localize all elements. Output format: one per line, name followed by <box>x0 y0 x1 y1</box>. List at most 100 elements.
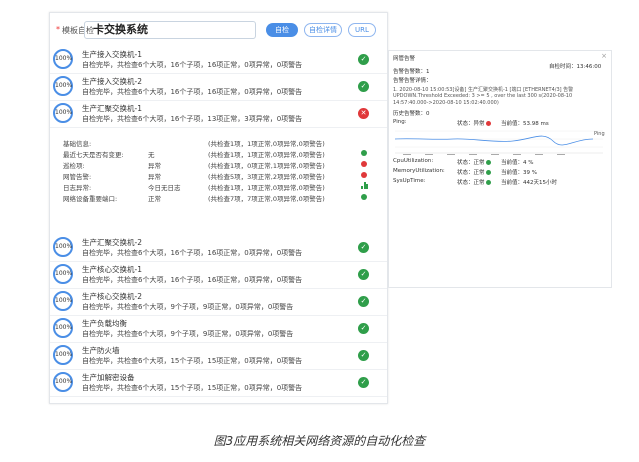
ok-dot-icon <box>486 170 492 175</box>
detail-row: 网络设备重要端口: 正常 (共检查7项，7项正常,0项异常,0项警告) <box>50 192 387 203</box>
alarm-line: 14:57:40.000->2020-08-10 15:02:40.000) <box>393 100 499 106</box>
metric-name: MemoryUtilization: <box>393 168 445 174</box>
metric-name: CpuUtilization: <box>393 158 434 164</box>
detail-summary: (共检查1项，1项正常,0项异常,0项警告) <box>208 140 325 148</box>
detail-label: 巡检项: <box>63 162 85 170</box>
device-title: 生产汇聚交换机-1 <box>82 104 142 113</box>
check-time: 自检时间：13:46:00 <box>549 64 602 70</box>
device-item[interactable]: 100% 生产接入交换机-1 自检完毕，共检查6个大项，16个子项，16项正常，… <box>50 47 387 74</box>
detail-summary: (共检查1项，1项正常,0项异常,0项警告) <box>208 151 325 159</box>
ok-dot-icon <box>486 160 492 165</box>
check-icon: ✓ <box>358 242 369 253</box>
progress-ring: 100% <box>53 264 73 284</box>
device-summary: 自检完毕，共检查6个大项，16个子项，16项正常，0项异常，0项警告 <box>82 88 303 96</box>
detail-value: 正常 <box>148 195 161 203</box>
check-icon: ✓ <box>358 54 369 65</box>
ok-dot-icon <box>486 180 492 185</box>
detail-label: 网管告警: <box>63 173 92 181</box>
detail-summary: (共检查1项，0项正常,1项异常,0项警告) <box>208 162 325 170</box>
device-title: 生产核心交换机-2 <box>82 292 142 301</box>
detail-row: 网管告警: 异常 (共检查5项，3项正常,2项异常,0项警告) <box>50 170 387 181</box>
device-item[interactable]: 100% 生产汇聚交换机-2 自检完毕，共检查6个大项，16个子项，16项正常，… <box>50 235 387 262</box>
device-summary: 自检完毕，共检查6个大项，16个子项，16项正常，0项异常，0项警告 <box>82 249 303 257</box>
ping-chart <box>394 130 603 155</box>
device-item[interactable]: 100% 生产防火墙 自检完毕，共检查6个大项，15个子项，15项正常，0项异常… <box>50 343 387 370</box>
progress-ring: 100% <box>53 103 73 123</box>
progress-ring: 100% <box>53 291 73 311</box>
error-dot-icon <box>486 121 492 126</box>
device-item[interactable]: 100% 生产核心交换机-2 自检完毕，共检查6个大项，9个子项，9项正常，0项… <box>50 289 387 316</box>
metric-value: 当前值：39 % <box>501 170 537 176</box>
alarm-line: 1. 2020-08-10 15:00:53[设备] 生产汇聚交换机-1 [端口… <box>393 87 574 93</box>
check-detail-button[interactable]: 自检详情 <box>304 23 342 37</box>
device-title: 生产负载均衡 <box>82 319 127 328</box>
detail-summary: (共检查1项，1项正常,0项异常,0项警告) <box>208 184 325 192</box>
detail-label: 最近七天是否有变更: <box>63 151 124 159</box>
progress-ring: 100% <box>53 76 73 96</box>
template-search-row: * 模板自检 卡交换系统 自检 自检详情 URL <box>56 21 382 41</box>
bar-chart-icon[interactable] <box>361 182 368 189</box>
panel-title: 网管告警 <box>393 56 416 62</box>
check-icon: ✓ <box>358 81 369 92</box>
url-button[interactable]: URL <box>348 23 376 37</box>
device-summary: 自检完毕，共检查6个大项，16个子项，13项正常，3项异常，0项警告 <box>82 115 303 123</box>
alarm-line: UPDOWN.Threshold Exceeded: 3 >= 5 , over… <box>393 93 573 99</box>
ping-status: 状态：异常 <box>457 119 492 127</box>
detail-row: 日志异常: 今日无日志 (共检查1项，1项正常,0项异常,0项警告) <box>50 181 387 192</box>
close-icon[interactable]: × <box>601 52 607 60</box>
device-summary: 自检完毕，共检查6个大项，16个子项，16项正常，0项异常，0项警告 <box>82 61 303 69</box>
alarm-detail-panel: 网管告警 × 自检时间：13:46:00 告警告警数：1 告警告警详情： 1. … <box>388 50 612 288</box>
device-item[interactable]: 100% 生产核心交换机-1 自检完毕，共检查6个大项，16个子项，16项正常，… <box>50 262 387 289</box>
required-marker: * <box>56 25 60 34</box>
check-icon: ✓ <box>358 377 369 388</box>
check-icon: ✓ <box>358 323 369 334</box>
metric-status: 状态：正常 <box>457 178 492 186</box>
self-check-panel: * 模板自检 卡交换系统 自检 自检详情 URL 100% 生产接入交换机-1 … <box>49 12 388 404</box>
ping-label: Ping: <box>393 119 407 125</box>
device-summary: 自检完毕，共检查6个大项，9个子项，9项正常，0项异常，0项警告 <box>82 303 294 311</box>
device-detail: 基础信息: (共检查1项，1项正常,0项异常,0项警告) 最近七天是否有变更: … <box>50 137 387 235</box>
template-input[interactable]: 卡交换系统 <box>84 21 256 39</box>
metric-status: 状态：正常 <box>457 168 492 176</box>
progress-ring: 100% <box>53 372 73 392</box>
figure-caption: 图3应用系统相关网络资源的自动化检查 <box>213 434 426 448</box>
device-item[interactable]: 100% 生产负载均衡 自检完毕，共检查6个大项，9个子项，9项正常，0项异常，… <box>50 316 387 343</box>
detail-label: 日志异常: <box>63 184 92 192</box>
detail-value: 无 <box>148 151 155 159</box>
progress-ring: 100% <box>53 318 73 338</box>
progress-ring: 100% <box>53 49 73 69</box>
history-alarm-count: 历史告警数：0 <box>393 111 430 117</box>
self-check-button[interactable]: 自检 <box>266 23 298 37</box>
device-title: 生产核心交换机-1 <box>82 265 142 274</box>
device-item[interactable]: 100% 生产加解密设备 自检完毕，共检查6个大项，15个子项，15项正常，0项… <box>50 370 387 397</box>
metric-value: 当前值：442天15小时 <box>501 180 557 186</box>
device-item[interactable]: 100% 生产接入交换机-2 自检完毕，共检查6个大项，16个子项，16项正常，… <box>50 74 387 101</box>
detail-row: 基础信息: (共检查1项，1项正常,0项异常,0项警告) <box>50 137 387 148</box>
device-title: 生产接入交换机-1 <box>82 50 142 59</box>
metric-value: 当前值：4 % <box>501 160 534 166</box>
error-dot-icon <box>361 161 367 167</box>
detail-value: 今日无日志 <box>148 184 181 192</box>
alarm-count: 告警告警数：1 <box>393 69 430 75</box>
check-icon: ✓ <box>358 350 369 361</box>
ping-legend: Ping <box>594 131 605 137</box>
metric-status: 状态：正常 <box>457 158 492 166</box>
detail-summary: (共检查7项，7项正常,0项异常,0项警告) <box>208 195 325 203</box>
ok-dot-icon <box>361 194 367 200</box>
device-title: 生产接入交换机-2 <box>82 77 142 86</box>
device-list-top: 100% 生产接入交换机-1 自检完毕，共检查6个大项，16个子项，16项正常，… <box>50 47 387 128</box>
error-dot-icon[interactable] <box>361 172 367 178</box>
device-item-expanded[interactable]: 100% 生产汇聚交换机-1 自检完毕，共检查6个大项，16个子项，13项正常，… <box>50 101 387 128</box>
progress-ring: 100% <box>53 345 73 365</box>
check-icon: ✓ <box>358 296 369 307</box>
progress-ring: 100% <box>53 237 73 257</box>
ping-value: 当前值：53.98 ms <box>501 121 549 127</box>
device-title: 生产加解密设备 <box>82 373 135 382</box>
detail-row: 巡检项: 异常 (共检查1项，0项正常,1项异常,0项警告) <box>50 159 387 170</box>
device-summary: 自检完毕，共检查6个大项，15个子项，15项正常，0项异常，0项警告 <box>82 357 303 365</box>
detail-label: 基础信息: <box>63 140 92 148</box>
device-title: 生产汇聚交换机-2 <box>82 238 142 247</box>
device-summary: 自检完毕，共检查6个大项，9个子项，9项正常，0项异常，0项警告 <box>82 330 294 338</box>
ok-dot-icon <box>361 150 367 156</box>
metric-name: SysUpTime: <box>393 178 426 184</box>
